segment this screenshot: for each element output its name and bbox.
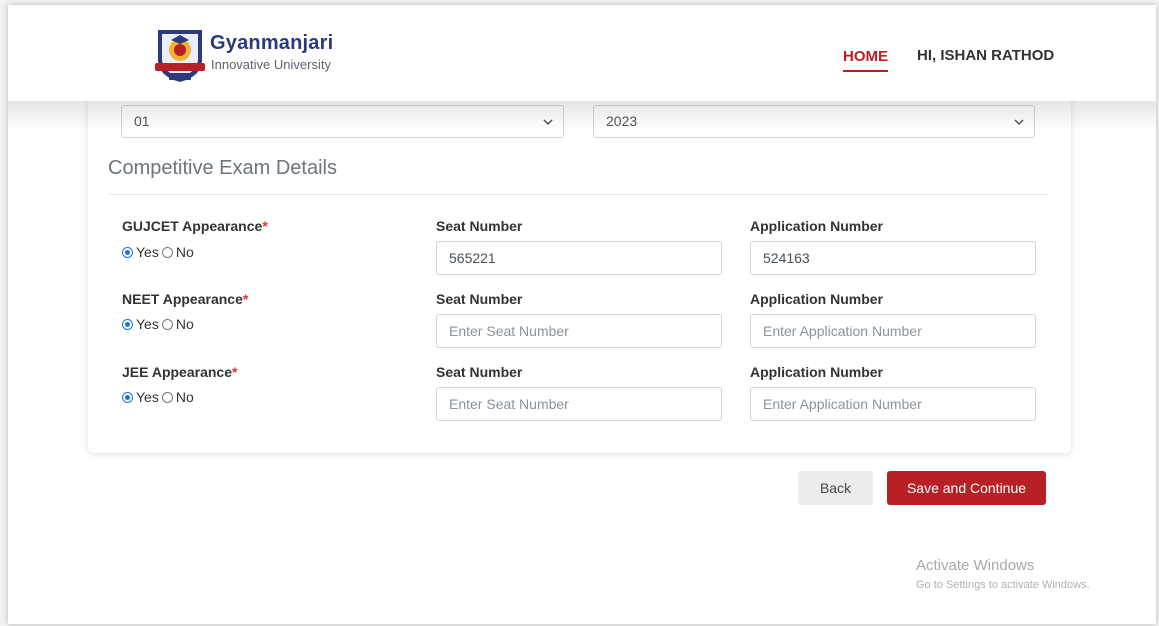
jee-application-label: Application Number — [750, 364, 884, 380]
neet-radio-group: Yes No — [122, 316, 197, 332]
jee-application-number-input[interactable] — [750, 387, 1036, 421]
no-label: No — [175, 316, 194, 332]
jee-seat-number-input[interactable] — [436, 387, 722, 421]
back-button[interactable]: Back — [798, 471, 873, 505]
gujcet-radio-group: Yes No — [122, 244, 197, 260]
browser-page: Gyanmanjari Innovative University HOME H… — [8, 5, 1156, 624]
activate-windows-title: Activate Windows — [916, 557, 1035, 574]
save-and-continue-button[interactable]: Save and Continue — [887, 471, 1046, 505]
gujcet-application-number-input[interactable] — [750, 241, 1036, 275]
jee-yes-radio[interactable] — [122, 391, 133, 403]
jee-label-text: JEE Appearance — [122, 364, 232, 380]
jee-radio-group: Yes No — [122, 389, 197, 405]
neet-seat-number-input[interactable] — [436, 314, 722, 348]
gujcet-label-text: GUJCET Appearance — [122, 218, 263, 234]
gujcet-seat-label: Seat Number — [436, 218, 523, 234]
jee-no-radio[interactable] — [161, 391, 173, 403]
jee-seat-label: Seat Number — [436, 364, 523, 380]
yes-label: Yes — [136, 316, 159, 332]
neet-yes-radio[interactable] — [122, 318, 133, 330]
neet-application-label: Application Number — [750, 291, 884, 307]
neet-seat-label: Seat Number — [436, 291, 523, 307]
required-mark: * — [262, 218, 268, 234]
neet-label-text: NEET Appearance — [122, 291, 243, 307]
logo-title: Gyanmanjari — [210, 32, 334, 54]
university-emblem-icon — [155, 30, 205, 82]
gujcet-no-radio[interactable] — [161, 246, 173, 258]
no-label: No — [175, 389, 194, 405]
no-label: No — [175, 244, 194, 260]
neet-application-number-input[interactable] — [750, 314, 1036, 348]
gujcet-yes-radio[interactable] — [122, 246, 133, 258]
top-navbar: Gyanmanjari Innovative University HOME H… — [8, 5, 1156, 101]
neet-no-radio[interactable] — [161, 318, 173, 330]
yes-label: Yes — [136, 244, 159, 260]
section-title: Competitive Exam Details — [108, 157, 337, 179]
section-divider — [108, 194, 1048, 195]
logo-subtitle: Innovative University — [211, 57, 331, 72]
activate-windows-subtitle: Go to Settings to activate Windows. — [916, 579, 1090, 591]
user-greeting[interactable]: HI, ISHAN RATHOD — [917, 47, 1054, 64]
required-mark: * — [231, 364, 238, 380]
required-mark: * — [242, 291, 249, 307]
nav-home-link[interactable]: HOME — [843, 48, 888, 72]
gujcet-application-label: Application Number — [750, 218, 884, 234]
jee-label: JEE Appearance* — [122, 364, 237, 380]
neet-label: NEET Appearance* — [122, 291, 248, 307]
navbar-shadow — [8, 101, 1156, 131]
yes-label: Yes — [136, 389, 159, 405]
gujcet-seat-number-input[interactable] — [436, 241, 722, 275]
university-logo[interactable]: Gyanmanjari Innovative University — [152, 26, 352, 84]
gujcet-label: GUJCET Appearance* — [122, 218, 268, 234]
exam-details-card: 01 2023 Competitive Exam Details GUJCET … — [88, 85, 1071, 453]
